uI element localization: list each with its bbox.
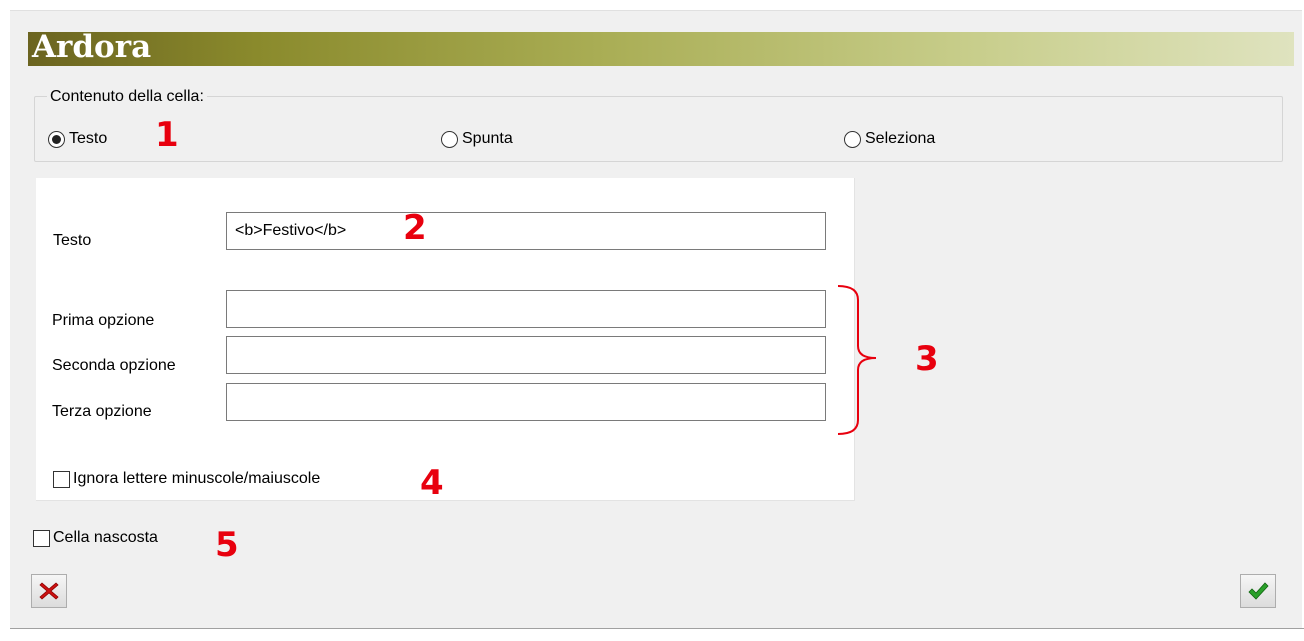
- red-x-icon: [39, 582, 59, 600]
- brace-annotation: [837, 285, 877, 435]
- annotation-1: 1: [155, 115, 179, 155]
- ignore-case-checkbox[interactable]: Ignora lettere minuscole/maiuscole: [53, 468, 320, 490]
- green-check-icon: [1248, 582, 1269, 600]
- ignore-case-box[interactable]: [53, 470, 70, 488]
- hidden-cell-box[interactable]: [33, 529, 50, 547]
- radio-testo[interactable]: Testo: [48, 128, 107, 150]
- radio-testo-label: Testo: [69, 130, 108, 147]
- annotation-2: 2: [403, 208, 427, 248]
- text-label: Testo: [53, 232, 92, 249]
- ignore-case-label: Ignora lettere minuscole/maiuscole: [73, 470, 321, 487]
- annotation-5: 5: [215, 525, 239, 565]
- brace-path: [837, 285, 877, 435]
- radio-spunta-circle[interactable]: [441, 130, 458, 148]
- cell-content-legend: Contenuto della cella:: [47, 88, 207, 106]
- title-banner: Ardora: [28, 29, 1294, 66]
- hidden-cell-checkbox[interactable]: Cella nascosta: [33, 527, 158, 549]
- second-option-label: Seconda opzione: [52, 357, 176, 374]
- radio-spunta[interactable]: Spunta: [441, 128, 513, 150]
- hidden-cell-label: Cella nascosta: [53, 529, 158, 546]
- second-option-input[interactable]: [226, 336, 826, 374]
- text-input[interactable]: [226, 212, 826, 250]
- radio-seleziona[interactable]: Seleziona: [844, 128, 935, 150]
- cell-content-group: [34, 96, 1283, 162]
- radio-seleziona-label: Seleziona: [865, 130, 936, 147]
- ok-button[interactable]: [1240, 574, 1276, 608]
- dialog-bottom-border: [10, 628, 1304, 629]
- third-option-label: Terza opzione: [52, 403, 152, 420]
- annotation-4: 4: [420, 463, 444, 503]
- third-option-input[interactable]: [226, 383, 826, 421]
- annotation-3: 3: [915, 339, 939, 379]
- first-option-input[interactable]: [226, 290, 826, 328]
- app-title: Ardora: [32, 29, 152, 65]
- first-option-label: Prima opzione: [52, 312, 155, 329]
- cancel-button[interactable]: [31, 574, 67, 608]
- radio-spunta-label: Spunta: [462, 130, 513, 147]
- radio-testo-circle[interactable]: [48, 130, 65, 148]
- radio-seleziona-circle[interactable]: [844, 130, 861, 148]
